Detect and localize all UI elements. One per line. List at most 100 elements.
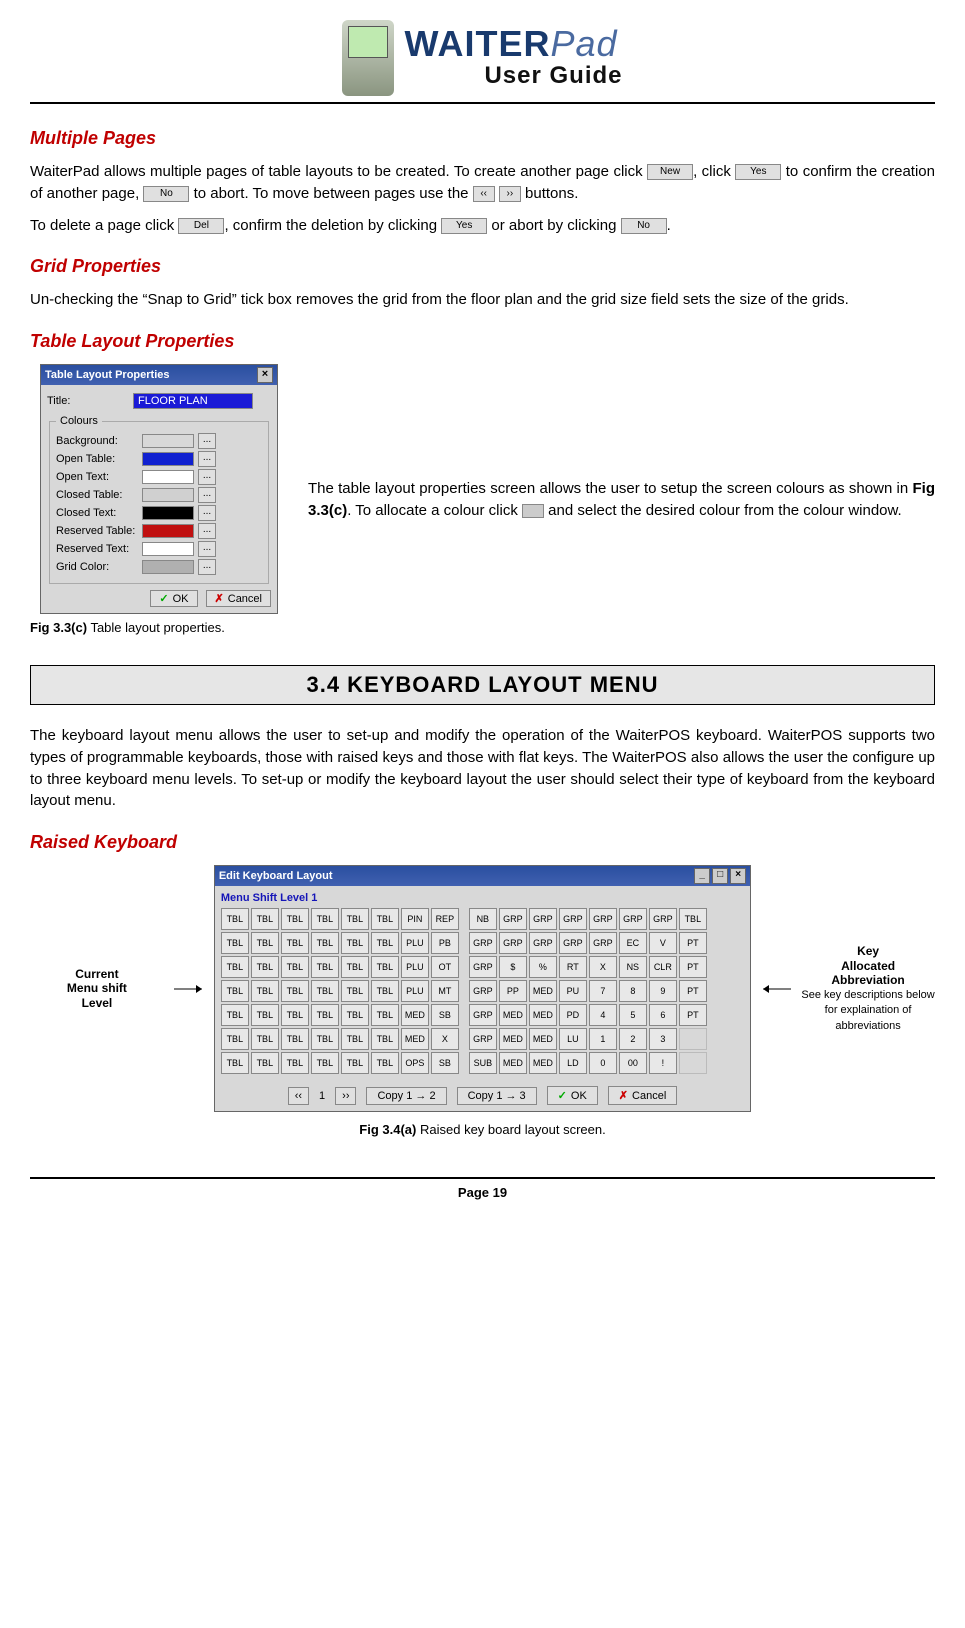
keyboard-key[interactable]: TBL [311,980,339,1002]
keyboard-key[interactable]: NB [469,908,497,930]
keyboard-key[interactable]: 7 [589,980,617,1002]
keyboard-key[interactable]: TBL [251,1028,279,1050]
keyboard-key[interactable]: PLU [401,932,429,954]
keyboard-key[interactable]: TBL [341,980,369,1002]
keyboard-key[interactable]: GRP [469,1004,497,1026]
keyboard-key[interactable]: PLU [401,980,429,1002]
no-button[interactable]: No [143,186,189,202]
keyboard-key[interactable]: SB [431,1004,459,1026]
keyboard-key[interactable]: TBL [251,908,279,930]
keyboard-key[interactable]: PT [679,956,707,978]
close-icon[interactable]: × [730,868,746,884]
keyboard-key[interactable]: GRP [649,908,677,930]
keyboard-key[interactable]: PP [499,980,527,1002]
keyboard-key[interactable]: TBL [221,980,249,1002]
keyboard-key[interactable]: 3 [649,1028,677,1050]
keyboard-key[interactable]: TBL [341,1052,369,1074]
keyboard-key[interactable]: TBL [251,1052,279,1074]
colour-picker-button[interactable]: ... [198,469,216,485]
keyboard-key[interactable]: MED [529,1028,557,1050]
keyboard-key[interactable]: TBL [371,908,399,930]
keyboard-key[interactable]: GRP [469,956,497,978]
cancel-button[interactable]: ✗Cancel [206,590,271,607]
kbd-prev-button[interactable]: ‹‹ [288,1087,309,1105]
keyboard-key[interactable]: MED [401,1004,429,1026]
keyboard-key[interactable]: TBL [221,932,249,954]
keyboard-key[interactable]: PU [559,980,587,1002]
keyboard-key[interactable]: TBL [371,932,399,954]
copy-1-2-button[interactable]: Copy 1 → 2 [366,1087,446,1105]
keyboard-key[interactable]: OPS [401,1052,429,1074]
keyboard-key[interactable]: TBL [281,1004,309,1026]
keyboard-key[interactable]: TBL [311,1052,339,1074]
keyboard-key[interactable]: TBL [341,932,369,954]
keyboard-key[interactable]: GRP [589,932,617,954]
keyboard-key[interactable]: 8 [619,980,647,1002]
colour-picker-button[interactable]: ... [198,559,216,575]
keyboard-key[interactable]: MED [499,1052,527,1074]
delete-button[interactable]: Del [178,218,224,234]
keyboard-key[interactable]: EC [619,932,647,954]
keyboard-key[interactable]: 4 [589,1004,617,1026]
keyboard-key[interactable]: GRP [559,908,587,930]
keyboard-key[interactable]: TBL [341,908,369,930]
keyboard-key[interactable]: X [431,1028,459,1050]
keyboard-key[interactable]: 9 [649,980,677,1002]
keyboard-key[interactable]: PIN [401,908,429,930]
keyboard-key[interactable]: GRP [589,908,617,930]
colour-picker-button[interactable]: ... [198,541,216,557]
keyboard-key[interactable]: REP [431,908,459,930]
close-icon[interactable]: × [257,367,273,383]
keyboard-key[interactable]: GRP [499,908,527,930]
keyboard-key[interactable]: TBL [311,1004,339,1026]
keyboard-key[interactable]: TBL [371,1004,399,1026]
keyboard-key[interactable]: PT [679,932,707,954]
keyboard-key[interactable]: MED [499,1004,527,1026]
yes-button[interactable]: Yes [735,164,781,180]
keyboard-key[interactable]: OT [431,956,459,978]
keyboard-key[interactable]: TBL [371,980,399,1002]
keyboard-key[interactable]: V [649,932,677,954]
colour-picker-button[interactable]: ... [198,505,216,521]
minimize-icon[interactable]: _ [694,868,710,884]
keyboard-key[interactable]: TBL [371,1028,399,1050]
kbd-next-button[interactable]: ›› [335,1087,356,1105]
keyboard-key[interactable]: TBL [311,908,339,930]
keyboard-key[interactable]: GRP [619,908,647,930]
keyboard-key[interactable]: $ [499,956,527,978]
keyboard-key[interactable]: TBL [221,956,249,978]
kbd-ok-button[interactable]: ✓OK [547,1086,598,1105]
keyboard-key[interactable]: MED [529,1004,557,1026]
keyboard-key[interactable]: GRP [559,932,587,954]
keyboard-key[interactable]: TBL [281,1052,309,1074]
keyboard-key[interactable]: MED [499,1028,527,1050]
colour-picker-button[interactable] [522,504,544,518]
keyboard-key[interactable]: TBL [311,956,339,978]
keyboard-key[interactable]: TBL [251,980,279,1002]
ok-button[interactable]: ✓OK [150,590,197,607]
keyboard-key[interactable]: GRP [469,1028,497,1050]
keyboard-key[interactable]: PD [559,1004,587,1026]
keyboard-key[interactable]: 0 [589,1052,617,1074]
keyboard-key[interactable]: SUB [469,1052,497,1074]
new-button[interactable]: New [647,164,693,180]
colour-picker-button[interactable]: ... [198,523,216,539]
keyboard-key[interactable]: TBL [371,956,399,978]
keyboard-key[interactable]: GRP [529,908,557,930]
keyboard-key[interactable]: CLR [649,956,677,978]
keyboard-key[interactable]: GRP [529,932,557,954]
keyboard-key[interactable]: TBL [311,1028,339,1050]
copy-1-3-button[interactable]: Copy 1 → 3 [457,1087,537,1105]
keyboard-key[interactable]: TBL [281,956,309,978]
no-button-2[interactable]: No [621,218,667,234]
keyboard-key[interactable]: % [529,956,557,978]
keyboard-key[interactable]: MT [431,980,459,1002]
keyboard-key[interactable]: TBL [281,932,309,954]
keyboard-key[interactable]: LU [559,1028,587,1050]
keyboard-key[interactable]: TBL [341,1004,369,1026]
keyboard-key[interactable]: ! [649,1052,677,1074]
keyboard-key[interactable]: 6 [649,1004,677,1026]
yes-button-2[interactable]: Yes [441,218,487,234]
keyboard-key[interactable]: MED [529,1052,557,1074]
keyboard-key[interactable]: 2 [619,1028,647,1050]
